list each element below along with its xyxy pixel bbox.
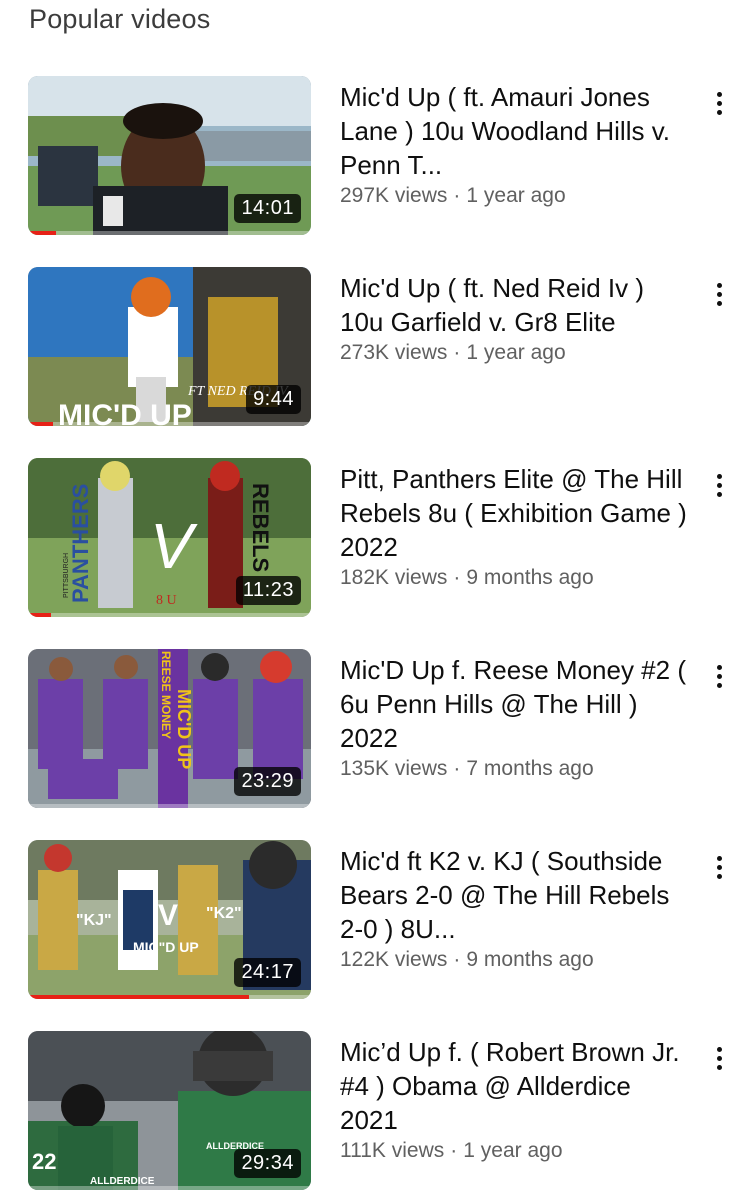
thumb-caption-right: REBELS [248, 483, 273, 572]
video-title[interactable]: Mic’d Up f. ( Robert Brown Jr. #4 ) Obam… [340, 1035, 690, 1137]
video-stats: 297K views · 1 year ago [340, 182, 690, 210]
more-vert-icon[interactable] [708, 663, 732, 693]
separator-dot: · [453, 566, 461, 589]
duration-badge: 29:34 [234, 1149, 301, 1178]
separator-dot: · [450, 1139, 458, 1162]
video-thumbnail[interactable]: MIC'D UP REESE MONEY 23:29 [28, 649, 311, 808]
thumb-caption-left: "KJ" [76, 912, 112, 929]
progress-track [28, 613, 311, 617]
video-item[interactable]: "KJ" V "K2" MIC"D UP 24:17 Mic'd ft K2 v… [0, 840, 756, 1000]
more-vert-icon[interactable] [708, 472, 732, 502]
view-count: 182K views [340, 566, 448, 589]
video-stats: 135K views · 7 months ago [340, 755, 690, 783]
upload-age: 7 months ago [466, 757, 594, 780]
thumb-caption-small: PITTSBURGH [63, 553, 70, 598]
progress-track [28, 995, 311, 999]
video-item[interactable]: PANTHERS PITTSBURGH V REBELS 8 U 11:23 P… [0, 458, 756, 618]
more-vert-icon[interactable] [708, 90, 732, 120]
upload-age: 9 months ago [466, 566, 594, 589]
video-title[interactable]: Mic'D Up f. Reese Money #2 ( 6u Penn Hil… [340, 653, 690, 755]
video-meta: Pitt, Panthers Elite @ The Hill Rebels 8… [340, 462, 690, 592]
more-vert-icon[interactable] [708, 1045, 732, 1075]
video-stats: 273K views · 1 year ago [340, 339, 690, 367]
thumb-caption-v: V [158, 899, 178, 932]
video-stats: 111K views · 1 year ago [340, 1137, 690, 1165]
thumb-caption-title: MIC'D UP [174, 689, 194, 769]
video-title[interactable]: Pitt, Panthers Elite @ The Hill Rebels 8… [340, 462, 690, 564]
thumb-caption-left: PANTHERS [68, 484, 93, 603]
more-vert-icon[interactable] [708, 281, 732, 311]
view-count: 111K views [340, 1139, 445, 1162]
duration-badge: 11:23 [235, 576, 301, 605]
progress-track [28, 231, 311, 235]
watch-progress-bar [28, 422, 54, 426]
separator-dot: · [453, 757, 461, 780]
thumb-caption-age: 8 U [156, 593, 177, 608]
thumb-caption-name: REESE MONEY [159, 651, 173, 739]
more-vert-icon[interactable] [708, 854, 732, 884]
duration-badge: 24:17 [234, 958, 301, 987]
section-title: Popular videos [29, 4, 211, 34]
progress-track [28, 804, 311, 808]
video-thumbnail[interactable]: ALLDERDICE ALLDERDICE 22 29:34 [28, 1031, 311, 1190]
upload-age: 9 months ago [466, 948, 594, 971]
progress-track [28, 1186, 311, 1190]
video-meta: Mic’d Up f. ( Robert Brown Jr. #4 ) Obam… [340, 1035, 690, 1165]
video-meta: Mic'd Up ( ft. Amauri Jones Lane ) 10u W… [340, 80, 690, 210]
video-title[interactable]: Mic'd Up ( ft. Amauri Jones Lane ) 10u W… [340, 80, 690, 182]
video-title[interactable]: Mic'd Up ( ft. Ned Reid Iv ) 10u Garfiel… [340, 271, 690, 339]
video-meta: Mic'd Up ( ft. Ned Reid Iv ) 10u Garfiel… [340, 271, 690, 367]
thumb-caption-right: "K2" [206, 905, 242, 922]
video-stats: 182K views · 9 months ago [340, 564, 690, 592]
duration-badge: 14:01 [234, 194, 301, 223]
thumb-caption-number: 22 [32, 1149, 56, 1174]
view-count: 297K views [340, 184, 448, 207]
video-item[interactable]: 14:01 Mic'd Up ( ft. Amauri Jones Lane )… [0, 76, 756, 236]
video-thumbnail[interactable]: "KJ" V "K2" MIC"D UP 24:17 [28, 840, 311, 999]
watch-progress-bar [28, 231, 57, 235]
thumb-caption-title: MIC"D UP [133, 939, 199, 955]
video-item[interactable]: FT NED REID IV MIC'D UP 9:44 Mic'd Up ( … [0, 267, 756, 427]
video-thumbnail[interactable]: FT NED REID IV MIC'D UP 9:44 [28, 267, 311, 426]
video-item[interactable]: MIC'D UP REESE MONEY 23:29 Mic'D Up f. R… [0, 649, 756, 809]
thumb-caption-v: V [150, 510, 198, 582]
video-meta: Mic'd ft K2 v. KJ ( Southside Bears 2-0 … [340, 844, 690, 974]
separator-dot: · [453, 948, 461, 971]
view-count: 273K views [340, 341, 448, 364]
video-item[interactable]: ALLDERDICE ALLDERDICE 22 29:34 Mic’d Up … [0, 1031, 756, 1191]
upload-age: 1 year ago [466, 184, 566, 207]
separator-dot: · [453, 184, 461, 207]
view-count: 122K views [340, 948, 448, 971]
watch-progress-bar [28, 995, 249, 999]
watch-progress-bar [28, 613, 51, 617]
separator-dot: · [453, 341, 461, 364]
video-stats: 122K views · 9 months ago [340, 946, 690, 974]
progress-track [28, 422, 311, 426]
view-count: 135K views [340, 757, 448, 780]
video-meta: Mic'D Up f. Reese Money #2 ( 6u Penn Hil… [340, 653, 690, 783]
video-thumbnail[interactable]: PANTHERS PITTSBURGH V REBELS 8 U 11:23 [28, 458, 311, 617]
video-thumbnail[interactable]: 14:01 [28, 76, 311, 235]
video-title[interactable]: Mic'd ft K2 v. KJ ( Southside Bears 2-0 … [340, 844, 690, 946]
upload-age: 1 year ago [466, 341, 566, 364]
duration-badge: 9:44 [246, 385, 301, 414]
duration-badge: 23:29 [234, 767, 301, 796]
upload-age: 1 year ago [463, 1139, 563, 1162]
